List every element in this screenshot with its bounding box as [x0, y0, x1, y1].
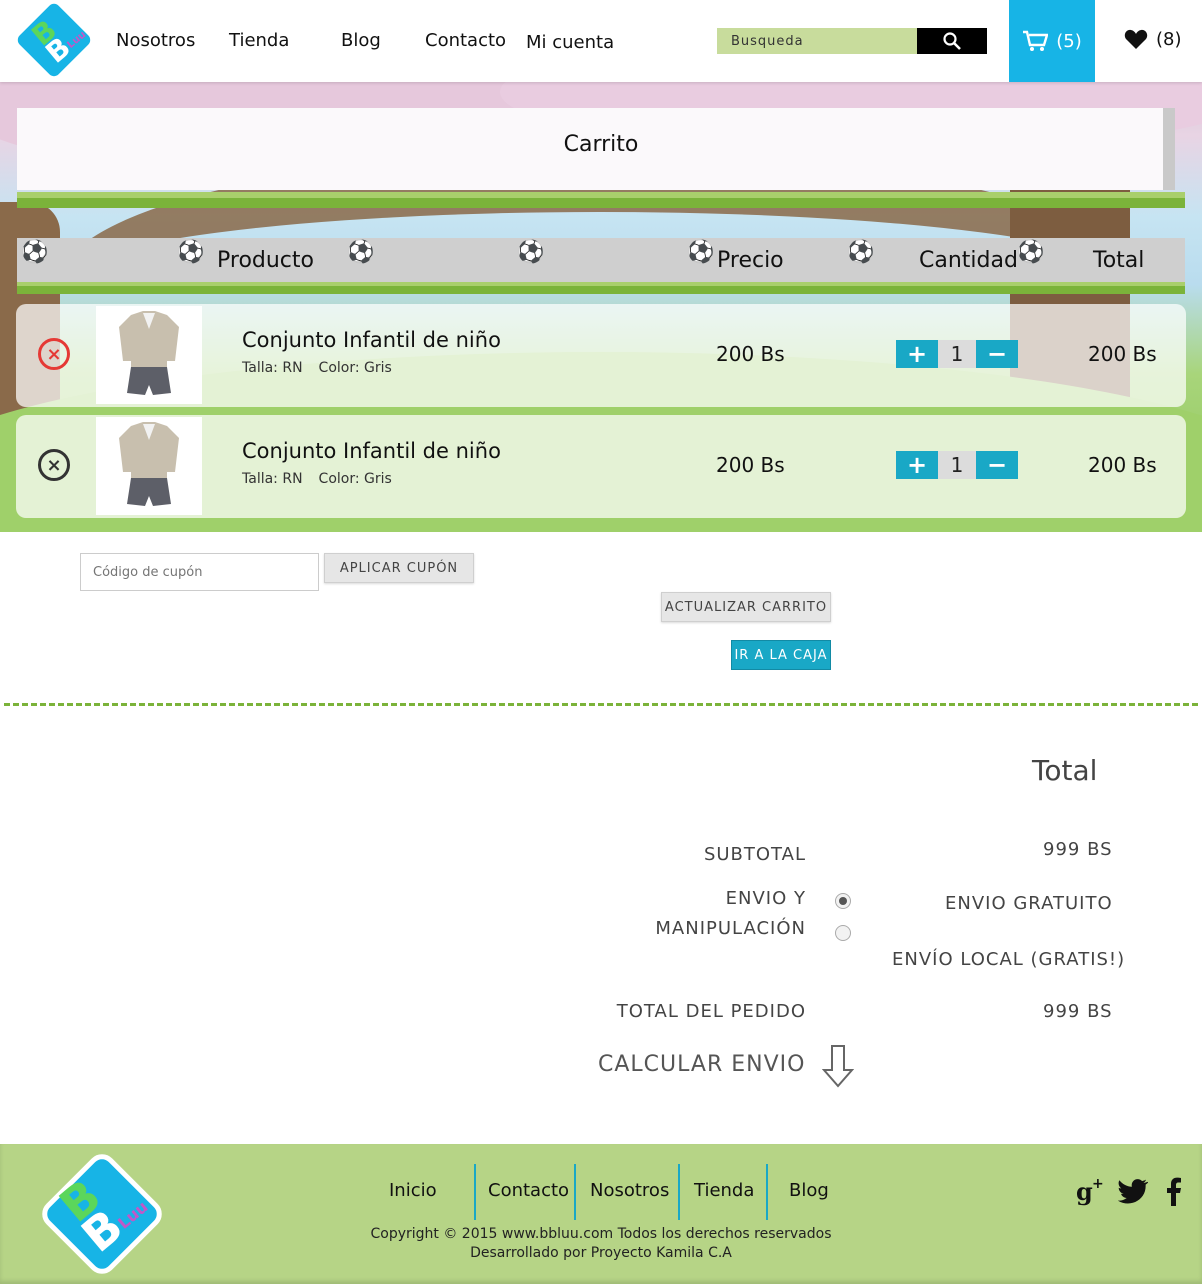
decrease-qty-button[interactable]: − — [976, 340, 1018, 368]
footer-developer: Desarrollado por Proyecto Kamila C.A — [470, 1245, 732, 1261]
footer-separator — [678, 1164, 680, 1220]
cart-table-header: ⚽ ⚽ ⚽ ⚽ ⚽ ⚽ ⚽ Producto Precio Cantidad T… — [17, 238, 1185, 294]
totals-title: Total — [1032, 754, 1098, 787]
search-input[interactable]: Busqueda — [717, 28, 917, 54]
item-total: 200 Bs — [1088, 453, 1157, 477]
product-color: Color: Gris — [318, 360, 392, 376]
heart-icon — [1124, 29, 1148, 49]
facebook-icon[interactable] — [1164, 1176, 1182, 1206]
quantity-stepper: + 1 − — [896, 340, 1018, 368]
calculate-shipping-button[interactable]: CALCULAR ENVIO — [598, 1052, 805, 1077]
svg-text:+: + — [1092, 1176, 1104, 1192]
nav-contacto[interactable]: Contacto — [425, 30, 506, 51]
cart-count: (5) — [1056, 30, 1082, 52]
nav-blog[interactable]: Blog — [341, 30, 381, 51]
item-price: 200 Bs — [716, 453, 785, 477]
nav-nosotros[interactable]: Nosotros — [116, 30, 195, 51]
site-header: B B Luu Nosotros Tienda Blog Contacto Mi… — [0, 0, 1202, 82]
shipping-free-radio[interactable] — [835, 893, 851, 909]
column-total: Total — [1093, 248, 1145, 273]
clothing-image — [119, 311, 179, 395]
shipping-label-line2: MANIPULACIÓN — [655, 918, 806, 939]
cart-row: × Conjunto Infantil de niño Talla: RN Col… — [16, 304, 1186, 407]
section-divider — [4, 703, 1198, 706]
remove-item-button[interactable]: × — [38, 338, 70, 370]
nav-tienda[interactable]: Tienda — [229, 30, 289, 51]
product-meta: Talla: RN Color: Gris — [242, 360, 392, 376]
page-title: Carrito — [563, 132, 639, 157]
checkout-button[interactable]: IR A LA CAJA — [731, 640, 831, 670]
bbluu-logo[interactable]: B B Luu — [15, 3, 95, 79]
item-price: 200 Bs — [716, 342, 785, 366]
search-button[interactable] — [917, 28, 987, 54]
quantity-stepper: + 1 − — [896, 451, 1018, 479]
arrow-down-icon[interactable] — [822, 1044, 854, 1088]
product-thumbnail[interactable] — [96, 417, 202, 515]
cart-icon — [1023, 30, 1049, 51]
product-meta: Talla: RN Color: Gris — [242, 471, 392, 487]
column-cantidad: Cantidad — [919, 248, 1018, 273]
shipping-local-label: ENVÍO LOCAL (GRATIS!) — [892, 949, 1126, 970]
footer-link-tienda[interactable]: Tienda — [694, 1180, 754, 1201]
wishlist-button[interactable]: (8) — [1124, 28, 1182, 50]
subtotal-value: 999 BS — [1043, 839, 1113, 860]
increase-qty-button[interactable]: + — [896, 451, 938, 479]
order-total-label: TOTAL DEL PEDIDO — [616, 1001, 806, 1022]
shipping-free-label: ENVIO GRATUITO — [945, 893, 1113, 914]
twitter-icon[interactable] — [1118, 1178, 1148, 1204]
product-size: Talla: RN — [242, 471, 303, 487]
footer-link-contacto[interactable]: Contacto — [488, 1180, 569, 1201]
product-name[interactable]: Conjunto Infantil de niño — [242, 328, 501, 352]
search-icon — [943, 32, 961, 50]
google-plus-icon[interactable]: g + — [1076, 1176, 1106, 1206]
footer-copyright: Copyright © 2015 www.bbluu.com Todos los… — [370, 1226, 832, 1242]
clothing-image — [119, 422, 179, 506]
footer-separator — [474, 1164, 476, 1220]
column-producto: Producto — [217, 248, 314, 273]
shipping-local-radio[interactable] — [835, 925, 851, 941]
item-total: 200 Bs — [1088, 342, 1157, 366]
cart-title-panel: Carrito — [17, 108, 1185, 208]
footer-link-blog[interactable]: Blog — [789, 1180, 829, 1201]
product-name[interactable]: Conjunto Infantil de niño — [242, 439, 501, 463]
svg-text:g: g — [1076, 1177, 1093, 1206]
coupon-code-input[interactable] — [80, 553, 319, 591]
cart-row: × Conjunto Infantil de niño Talla: RN Col… — [16, 415, 1186, 518]
site-footer: B B Luu Inicio Contacto Nosotros Tienda … — [0, 1144, 1202, 1284]
quantity-value[interactable]: 1 — [938, 451, 976, 479]
increase-qty-button[interactable]: + — [896, 340, 938, 368]
footer-separator — [766, 1164, 768, 1220]
subtotal-label: SUBTOTAL — [703, 844, 806, 865]
apply-coupon-button[interactable]: APLICAR CUPÓN — [324, 553, 474, 583]
quantity-value[interactable]: 1 — [938, 340, 976, 368]
footer-link-inicio[interactable]: Inicio — [389, 1180, 437, 1201]
nav-mi-cuenta[interactable]: Mi cuenta — [526, 32, 614, 53]
product-color: Color: Gris — [318, 471, 392, 487]
order-total-value: 999 BS — [1043, 1001, 1113, 1022]
column-precio: Precio — [717, 248, 784, 273]
product-size: Talla: RN — [242, 360, 303, 376]
update-cart-button[interactable]: ACTUALIZAR CARRITO — [661, 592, 831, 622]
decrease-qty-button[interactable]: − — [976, 451, 1018, 479]
footer-separator — [574, 1164, 576, 1220]
product-thumbnail[interactable] — [96, 306, 202, 404]
shipping-label-line1: ENVIO Y — [725, 888, 806, 909]
wishlist-count: (8) — [1156, 28, 1182, 50]
footer-link-nosotros[interactable]: Nosotros — [590, 1180, 669, 1201]
cart-button[interactable]: (5) — [1009, 0, 1095, 82]
remove-item-button[interactable]: × — [38, 449, 70, 481]
